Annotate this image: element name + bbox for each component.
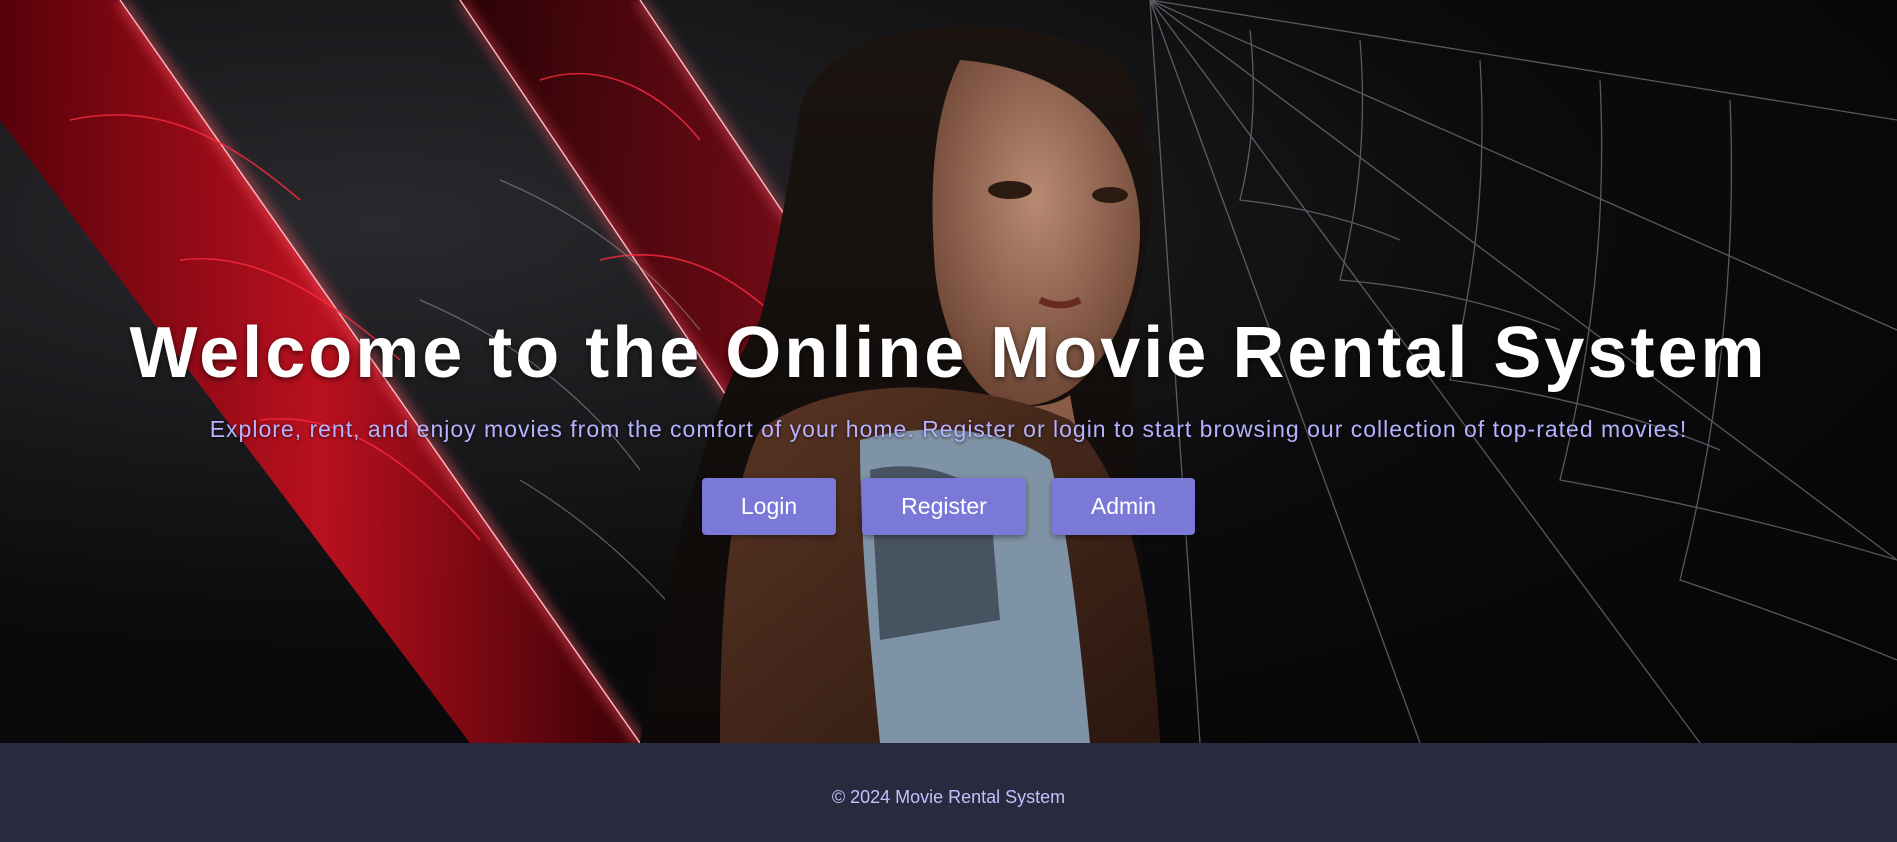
page-subtitle: Explore, rent, and enjoy movies from the… (209, 416, 1688, 442)
footer-copyright: © 2024 Movie Rental System (831, 787, 1066, 807)
action-buttons: Login Register Admin (702, 478, 1195, 535)
admin-button[interactable]: Admin (1052, 478, 1195, 535)
login-button[interactable]: Login (702, 478, 836, 535)
page-title: Welcome to the Online Movie Rental Syste… (129, 313, 1768, 393)
register-button[interactable]: Register (862, 478, 1026, 535)
footer: © 2024 Movie Rental System (0, 743, 1897, 842)
hero-content: Welcome to the Online Movie Rental Syste… (0, 0, 1897, 743)
hero-section: Welcome to the Online Movie Rental Syste… (0, 0, 1897, 743)
